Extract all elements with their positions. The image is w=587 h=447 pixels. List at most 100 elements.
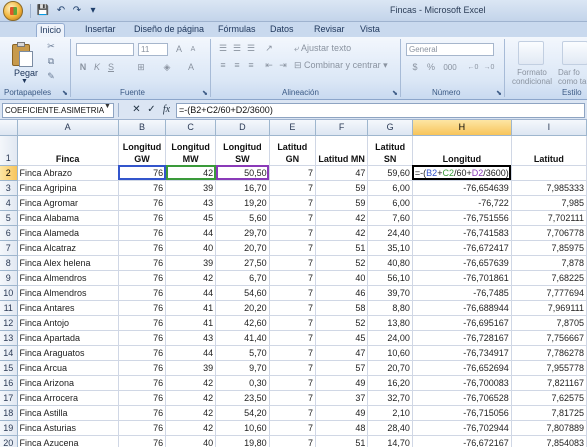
data-cell[interactable]: 52: [315, 315, 369, 331]
row-header[interactable]: 12: [0, 315, 18, 331]
increase-indent-icon[interactable]: ⇥: [276, 59, 290, 72]
data-cell[interactable]: -76,672167: [412, 435, 512, 447]
data-cell[interactable]: 43: [165, 330, 217, 346]
data-cell[interactable]: 7,777694: [511, 285, 587, 301]
data-cell[interactable]: 48: [315, 420, 369, 436]
data-cell[interactable]: -76,701861: [412, 270, 512, 286]
data-cell[interactable]: 7,62575: [511, 390, 587, 406]
data-cell[interactable]: 39: [165, 180, 217, 196]
data-cell[interactable]: 76: [118, 375, 167, 391]
data-cell[interactable]: 24,00: [367, 330, 413, 346]
data-cell[interactable]: 7,807889: [511, 420, 587, 436]
data-cell[interactable]: 76: [118, 330, 167, 346]
data-cell[interactable]: -76,734917: [412, 345, 512, 361]
data-cell[interactable]: 42: [165, 405, 217, 421]
data-cell[interactable]: 7: [269, 240, 316, 256]
increase-decimal-icon[interactable]: ←0: [466, 61, 480, 74]
data-cell[interactable]: 39,70: [367, 285, 413, 301]
data-cell[interactable]: 41,40: [215, 330, 270, 346]
data-cell[interactable]: 76: [118, 165, 167, 181]
data-cell[interactable]: -76,700083: [412, 375, 512, 391]
data-cell[interactable]: 7,756667: [511, 330, 587, 346]
data-cell[interactable]: 7,81725: [511, 405, 587, 421]
field-header-cell[interactable]: Latitud: [511, 135, 587, 166]
data-cell[interactable]: 37: [315, 390, 369, 406]
align-top-icon[interactable]: ☰: [216, 42, 230, 55]
data-cell[interactable]: 10,60: [215, 420, 270, 436]
data-cell[interactable]: 76: [118, 270, 167, 286]
insert-function-icon[interactable]: fx: [160, 103, 173, 117]
data-cell[interactable]: 14,70: [367, 435, 413, 447]
field-header-cell[interactable]: Latitud GN: [269, 135, 316, 166]
data-cell[interactable]: 5,60: [215, 210, 270, 226]
data-cell[interactable]: Finca Alex helena: [17, 255, 119, 271]
data-cell[interactable]: 76: [118, 285, 167, 301]
conditional-format-button[interactable]: Formato condicional: [510, 68, 554, 86]
data-cell[interactable]: 39: [165, 360, 217, 376]
data-cell[interactable]: Finca Agromar: [17, 195, 119, 211]
merge-center-button[interactable]: ⊟ Combinar y centrar ▾: [294, 59, 388, 73]
data-cell[interactable]: Finca Almendros: [17, 270, 119, 286]
data-cell[interactable]: 42: [315, 210, 369, 226]
conditional-format-icon[interactable]: [518, 41, 544, 65]
clipboard-launcher-icon[interactable]: ⬊: [62, 89, 68, 97]
data-cell[interactable]: 7: [269, 315, 316, 331]
data-cell[interactable]: Finca Arrocera: [17, 390, 119, 406]
name-box-dropdown-icon[interactable]: ▼: [104, 103, 111, 110]
data-cell[interactable]: 76: [118, 420, 167, 436]
row-header[interactable]: 17: [0, 390, 18, 406]
tab-diseno-pagina[interactable]: Diseño de página: [131, 23, 207, 37]
data-cell[interactable]: 19,20: [215, 195, 270, 211]
font-launcher-icon[interactable]: ⬊: [202, 89, 208, 97]
data-cell[interactable]: 47: [315, 345, 369, 361]
data-cell[interactable]: 51: [315, 240, 369, 256]
data-cell[interactable]: 7,786278: [511, 345, 587, 361]
row-header[interactable]: 1: [0, 135, 18, 166]
row-header[interactable]: 11: [0, 300, 18, 316]
spreadsheet-grid[interactable]: A B C D E F G H I 1 Finca Longitud GW Longitud MW Lon…: [0, 120, 587, 447]
row-header[interactable]: 6: [0, 225, 18, 241]
row-header[interactable]: 18: [0, 405, 18, 421]
row-header[interactable]: 19: [0, 420, 18, 436]
copy-icon[interactable]: ⧉: [44, 55, 58, 68]
tab-formulas[interactable]: Fórmulas: [215, 23, 259, 37]
data-cell[interactable]: -76,702944: [412, 420, 512, 436]
data-cell[interactable]: [511, 165, 587, 181]
data-cell[interactable]: 7,821167: [511, 375, 587, 391]
data-cell[interactable]: 76: [118, 345, 167, 361]
data-cell[interactable]: Finca Azucena: [17, 435, 119, 447]
enter-icon[interactable]: ✓: [145, 103, 158, 117]
data-cell[interactable]: 43: [165, 195, 217, 211]
align-bottom-icon[interactable]: ☰: [244, 42, 258, 55]
data-cell[interactable]: 54,60: [215, 285, 270, 301]
data-cell[interactable]: 7: [269, 255, 316, 271]
data-cell[interactable]: Finca Alameda: [17, 225, 119, 241]
column-header-d[interactable]: D: [215, 120, 270, 136]
data-cell[interactable]: 7: [269, 285, 316, 301]
thousands-button[interactable]: 000: [440, 61, 460, 74]
data-cell[interactable]: 42: [165, 390, 217, 406]
row-header[interactable]: 16: [0, 375, 18, 391]
data-cell[interactable]: 10,60: [367, 345, 413, 361]
data-cell[interactable]: Finca Almendros: [17, 285, 119, 301]
field-header-cell[interactable]: Longitud GW: [118, 135, 167, 166]
paste-icon[interactable]: [10, 42, 36, 68]
data-cell[interactable]: 54,20: [215, 405, 270, 421]
data-cell[interactable]: 41: [165, 300, 217, 316]
name-box[interactable]: COEFICIENTE.ASIMETRIA: [2, 103, 114, 118]
data-cell[interactable]: Finca Arizona: [17, 375, 119, 391]
number-format-box[interactable]: General: [406, 43, 494, 56]
data-cell[interactable]: 7: [269, 195, 316, 211]
data-cell[interactable]: -76,722: [412, 195, 512, 211]
data-cell[interactable]: 7,85975: [511, 240, 587, 256]
data-cell[interactable]: 76: [118, 300, 167, 316]
data-cell[interactable]: 7,702111: [511, 210, 587, 226]
font-name-box[interactable]: [76, 43, 134, 56]
data-cell[interactable]: Finca Apartada: [17, 330, 119, 346]
tab-insertar[interactable]: Insertar: [82, 23, 119, 37]
customize-quick-access-icon[interactable]: ▾: [86, 4, 100, 18]
row-header[interactable]: 15: [0, 360, 18, 376]
tab-datos[interactable]: Datos: [267, 23, 297, 37]
data-cell[interactable]: 49: [315, 375, 369, 391]
data-cell[interactable]: 40: [165, 240, 217, 256]
